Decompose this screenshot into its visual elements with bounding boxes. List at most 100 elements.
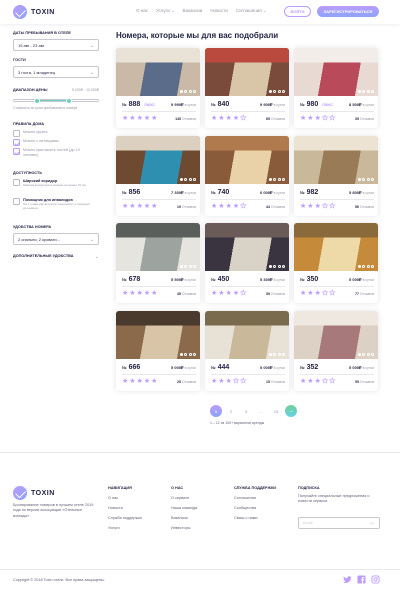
instagram-icon[interactable] xyxy=(371,575,380,584)
star-icon: ★ xyxy=(232,115,240,122)
footer-link[interactable]: Служба поддержки xyxy=(108,516,142,520)
card-divider xyxy=(300,199,374,200)
carousel-dots[interactable] xyxy=(179,178,196,181)
room-photo[interactable] xyxy=(294,136,378,184)
rule-smoking-checkbox[interactable]: Можно курить xyxy=(13,130,48,137)
room-card[interactable]: № 980 ЛЮКС 8 500₽ в сутки ★ ★ ★ ★ ★ 35 Отзывов xyxy=(294,48,378,128)
room-card[interactable]: № 840 9 900₽ в сутки ★ ★ ★ ★ ★ 65 Отзывов xyxy=(205,48,289,128)
carousel-dots[interactable] xyxy=(268,178,285,181)
nav-item-agreements[interactable]: Соглашения ⌄ xyxy=(236,8,267,13)
logo-icon xyxy=(13,5,27,19)
carousel-dots[interactable] xyxy=(179,265,196,268)
room-photo[interactable] xyxy=(294,223,378,271)
room-photo[interactable] xyxy=(205,311,289,359)
room-card[interactable]: № 350 5 000₽ в сутки ★ ★ ★ ★ ★ 77 Отзывов xyxy=(294,223,378,303)
footer-link[interactable]: Вакансии xyxy=(171,516,197,520)
price-slider-fill xyxy=(37,100,69,101)
carousel-dots[interactable] xyxy=(268,353,285,356)
room-photo[interactable] xyxy=(205,223,289,271)
star-rating: ★ ★ ★ ★ ★ xyxy=(300,115,336,123)
room-photo[interactable] xyxy=(116,223,200,271)
checkbox-box xyxy=(13,130,20,137)
room-card[interactable]: № 352 5 000₽ в сутки ★ ★ ★ ★ ★ 55 Отзывов xyxy=(294,311,378,391)
room-photo[interactable] xyxy=(294,311,378,359)
nav-item-about[interactable]: О нас xyxy=(136,8,148,13)
footer-link[interactable]: Новости xyxy=(108,506,142,510)
page-15-button[interactable]: 15 xyxy=(270,405,282,417)
rule-label: Можно пригласить гостей (до 10 человек) xyxy=(23,148,80,157)
logo[interactable]: TOXIN xyxy=(13,5,55,19)
page-3-button[interactable]: 3 xyxy=(240,405,252,417)
star-icon: ★ xyxy=(232,290,240,297)
rule-guests-checkbox[interactable]: Можно пригласить гостей (до 10 человек) xyxy=(13,148,83,158)
price-slider[interactable] xyxy=(13,98,99,104)
subscribe-email-input[interactable]: Email → xyxy=(298,517,380,529)
star-rating: ★ ★ ★ ★ ★ xyxy=(122,203,157,210)
nav-item-vacancies[interactable]: Вакансии xyxy=(182,8,202,13)
room-photo[interactable] xyxy=(116,136,200,184)
footer-link[interactable]: О сервисе xyxy=(171,496,197,500)
footer-logo[interactable]: TOXIN xyxy=(13,486,55,500)
room-photo[interactable] xyxy=(116,311,200,359)
footer-link[interactable]: Инвесторы xyxy=(171,526,197,530)
nav-item-news[interactable]: Новости xyxy=(210,8,227,13)
carousel-dots[interactable] xyxy=(179,90,196,93)
next-page-arrow-icon[interactable]: → xyxy=(285,405,297,417)
extra-amenities-toggle[interactable]: ДОПОЛНИТЕЛЬНЫЕ УДОБСТВА ⌄ xyxy=(13,254,99,260)
star-rating: ★ ★ ★ ★ ★ xyxy=(211,378,247,386)
room-card[interactable]: № 888 ЛЮКС 9 990₽ в сутки ★ ★ ★ ★ ★ 145 Отзывов xyxy=(116,48,200,128)
rule-pets-checkbox[interactable]: Можно с питомцами xyxy=(13,139,59,146)
access-helper-checkbox[interactable]: Помощник для инвалидов На 1 этаже вас вс… xyxy=(13,198,93,211)
room-photo[interactable] xyxy=(205,136,289,184)
star-icon: ★ xyxy=(211,290,218,297)
room-card[interactable]: № 444 5 000₽ в сутки ★ ★ ★ ★ ★ 15 Отзывов xyxy=(205,311,289,391)
footer-link[interactable]: Сообщества xyxy=(234,506,276,510)
room-card[interactable]: № 982 5 800₽ в сутки ★ ★ ★ ★ ★ 56 Отзывов xyxy=(294,136,378,216)
dates-dropdown[interactable]: 19 авг - 23 авг ⌄ xyxy=(13,39,99,51)
star-icon: ★ xyxy=(211,203,218,210)
price-slider-min-handle[interactable] xyxy=(34,98,40,104)
star-rating: ★ ★ ★ ★ ★ xyxy=(211,115,247,123)
room-photo[interactable] xyxy=(205,48,289,96)
carousel-dots[interactable] xyxy=(357,353,374,356)
room-card[interactable]: № 856 7 300₽ в сутки ★ ★ ★ ★ ★ 19 Отзывов xyxy=(116,136,200,216)
room-card[interactable]: № 666 5 000₽ в сутки ★ ★ ★ ★ ★ 25 Отзывов xyxy=(116,311,200,391)
star-icon: ★ xyxy=(307,290,314,297)
room-card[interactable]: № 450 5 300₽ в сутки ★ ★ ★ ★ ★ 39 Отзывов xyxy=(205,223,289,303)
footer-link[interactable]: Связь с нами xyxy=(234,516,276,520)
arrow-right-icon[interactable]: → xyxy=(369,520,375,526)
page-2-button[interactable]: 2 xyxy=(225,405,237,417)
price-slider-max-handle[interactable] xyxy=(66,98,72,104)
card-divider xyxy=(300,111,374,112)
carousel-dots[interactable] xyxy=(179,353,196,356)
access-corridor-checkbox[interactable]: Широкий коридор Ширина коридоров в номер… xyxy=(13,179,87,188)
room-reviews: 65 Отзывов xyxy=(266,116,285,121)
carousel-dots[interactable] xyxy=(357,178,374,181)
room-photo[interactable] xyxy=(294,48,378,96)
facebook-icon[interactable] xyxy=(357,575,366,584)
room-card[interactable]: № 740 6 000₽ в сутки ★ ★ ★ ★ ★ 44 Отзывов xyxy=(205,136,289,216)
room-photo[interactable] xyxy=(116,48,200,96)
comfort-dropdown[interactable]: 2 спальни, 2 кровати... ⌄ xyxy=(13,233,99,245)
star-icon: ★ xyxy=(329,290,336,298)
footer-link[interactable]: Соглашения xyxy=(234,496,276,500)
star-icon: ★ xyxy=(314,203,321,210)
room-card[interactable]: № 678 5 500₽ в сутки ★ ★ ★ ★ ★ 45 Отзывов xyxy=(116,223,200,303)
carousel-dots[interactable] xyxy=(268,265,285,268)
nav-item-services[interactable]: Услуги ⌄ xyxy=(156,8,174,13)
register-button[interactable]: ЗАРЕГИСТРИРОВАТЬСЯ xyxy=(317,6,379,17)
star-icon: ★ xyxy=(314,115,321,122)
room-number: № 352 xyxy=(300,364,319,371)
login-button[interactable]: ВОЙТИ xyxy=(284,6,311,17)
carousel-dots[interactable] xyxy=(268,90,285,93)
footer-link[interactable]: Услуги xyxy=(108,526,142,530)
card-divider xyxy=(211,111,285,112)
twitter-icon[interactable] xyxy=(343,575,352,584)
guests-dropdown[interactable]: 3 гостя, 1 младенец ⌄ xyxy=(13,66,99,78)
page-1-button[interactable]: 1 xyxy=(210,405,222,417)
footer-link[interactable]: Наша команда xyxy=(171,506,197,510)
carousel-dots[interactable] xyxy=(357,265,374,268)
footer-link[interactable]: О нас xyxy=(108,496,142,500)
room-reviews: 44 Отзывов xyxy=(266,204,285,209)
carousel-dots[interactable] xyxy=(357,90,374,93)
